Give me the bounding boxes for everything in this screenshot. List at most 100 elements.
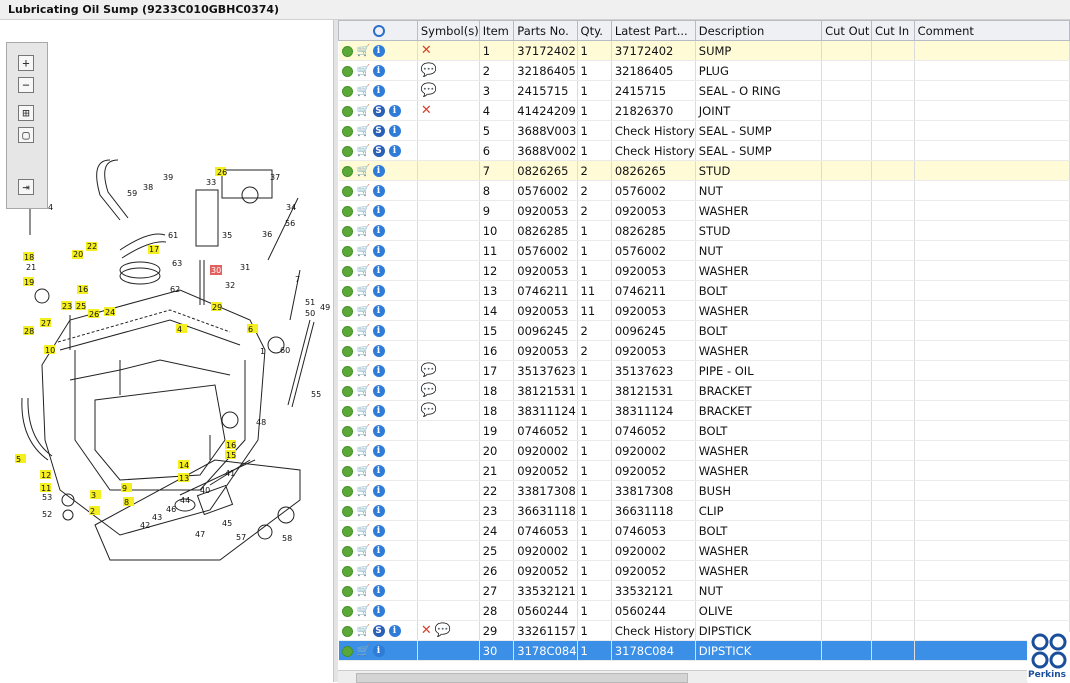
info-icon[interactable]: i	[372, 505, 385, 517]
cart-icon[interactable]: 🛒	[357, 385, 371, 397]
table-row[interactable]: 🛒 Si 6 3688V002 1 Check History SEAL - SUMP	[338, 140, 1070, 161]
parts-no-header[interactable]: Parts No.	[513, 20, 578, 41]
cart-icon[interactable]: 🛒	[357, 565, 371, 577]
table-row[interactable]: 🛒 i 19 0746052 1 0746052 BOLT	[338, 420, 1070, 441]
table-row[interactable]: 🛒 i 10 0826285 1 0826285 STUD	[338, 220, 1070, 241]
cart-icon[interactable]: 🛒	[357, 365, 371, 377]
cart-icon[interactable]: 🛒	[357, 245, 371, 257]
note-bubble-icon[interactable]: 💬	[421, 63, 437, 78]
table-row[interactable]: 🛒 i 28 0560244 1 0560244 OLIVE	[338, 600, 1070, 621]
cart-icon[interactable]: 🛒	[357, 605, 371, 617]
gear-icon[interactable]	[341, 225, 353, 237]
cart-icon[interactable]: 🛒	[357, 105, 371, 117]
gear-icon[interactable]	[341, 465, 353, 477]
zoom-in-button[interactable]: +	[18, 55, 34, 71]
gear-icon[interactable]	[341, 445, 353, 457]
cart-icon[interactable]: 🛒	[357, 185, 371, 197]
table-row[interactable]: 🛒 i 30 3178C084 1 3178C084 DIPSTICK	[338, 640, 1070, 661]
info-icon[interactable]: i	[372, 465, 385, 477]
gear-icon[interactable]	[341, 125, 353, 137]
cut-out-header[interactable]: Cut Out	[821, 20, 872, 41]
gear-icon[interactable]	[341, 205, 353, 217]
gear-icon[interactable]	[341, 645, 353, 657]
symbols-header[interactable]: Symbol(s)	[416, 20, 480, 41]
exploded-diagram[interactable]: 2637 3938 3334 5635 3661 594 18 20 22 17 2…	[0, 20, 333, 682]
gear-icon[interactable]	[341, 185, 353, 197]
gear-icon[interactable]	[341, 585, 353, 597]
gear-icon[interactable]	[341, 85, 353, 97]
cart-icon[interactable]: 🛒	[357, 485, 371, 497]
info-icon[interactable]: i	[388, 105, 401, 117]
cart-icon[interactable]: 🛒	[357, 285, 371, 297]
info-icon[interactable]: i	[372, 165, 385, 177]
qty-header[interactable]: Qty.	[576, 20, 612, 41]
table-row[interactable]: 🛒 i 9 0920053 2 0920053 WASHER	[338, 200, 1070, 221]
latest-part-header[interactable]: Latest Part...	[610, 20, 696, 41]
gear-icon[interactable]	[341, 605, 353, 617]
gear-icon[interactable]	[341, 145, 353, 157]
gear-icon[interactable]	[341, 345, 353, 357]
gear-icon[interactable]	[341, 265, 353, 277]
cart-icon[interactable]: 🛒	[357, 305, 371, 317]
info-icon[interactable]: i	[372, 605, 385, 617]
cart-icon[interactable]: 🛒	[357, 445, 371, 457]
info-icon[interactable]: i	[372, 345, 385, 357]
gear-icon[interactable]	[341, 285, 353, 297]
cart-icon[interactable]: 🛒	[357, 165, 371, 177]
gear-icon[interactable]	[341, 405, 353, 417]
info-icon[interactable]: i	[372, 365, 385, 377]
table-row[interactable]: 🛒 i 💬 18 38311124 1 38311124 BRACKET	[338, 400, 1070, 421]
table-row[interactable]: 🛒 i 11 0576002 1 0576002 NUT	[338, 240, 1070, 261]
info-icon[interactable]: i	[372, 445, 385, 457]
info-icon[interactable]: i	[372, 285, 385, 297]
info-icon[interactable]: i	[372, 525, 385, 537]
info-icon[interactable]: i	[372, 645, 385, 657]
cart-icon[interactable]: 🛒	[357, 405, 371, 417]
fit-window-button[interactable]: ▢	[18, 127, 34, 143]
info-icon[interactable]: i	[372, 585, 385, 597]
gear-icon[interactable]	[341, 545, 353, 557]
info-icon[interactable]: i	[372, 85, 385, 97]
cart-icon[interactable]: 🛒	[357, 225, 371, 237]
table-row[interactable]: 🛒 i 14 0920053 11 0920053 WASHER	[338, 300, 1070, 321]
table-row[interactable]: 🛒 i 7 0826265 2 0826265 STUD	[338, 160, 1070, 181]
not-serviced-icon[interactable]: ✕	[421, 43, 432, 58]
gear-icon[interactable]	[341, 485, 353, 497]
info-icon[interactable]: i	[372, 385, 385, 397]
table-row[interactable]: 🛒 i 💬 2 32186405 1 32186405 PLUG	[338, 60, 1070, 81]
info-icon[interactable]: i	[372, 545, 385, 557]
info-icon[interactable]: i	[388, 125, 401, 137]
cart-icon[interactable]: 🛒	[357, 325, 371, 337]
info-icon[interactable]: i	[372, 565, 385, 577]
note-bubble-icon[interactable]: 💬	[421, 83, 437, 98]
note-bubble-icon[interactable]: 💬	[421, 403, 437, 418]
table-row[interactable]: 🛒 i 22 33817308 1 33817308 BUSH	[338, 480, 1070, 501]
info-icon[interactable]: i	[372, 405, 385, 417]
info-icon[interactable]: i	[372, 205, 385, 217]
table-row[interactable]: 🛒 Si 5 3688V003 1 Check History SEAL - SUMP	[338, 120, 1070, 141]
gear-icon[interactable]	[341, 305, 353, 317]
table-row[interactable]: 🛒 i 💬 3 2415715 1 2415715 SEAL - O RING	[338, 80, 1070, 101]
gear-icon[interactable]	[341, 565, 353, 577]
table-row[interactable]: 🛒 i 8 0576002 2 0576002 NUT	[338, 180, 1070, 201]
table-row[interactable]: 🛒 Si ✕ 4 41424209 1 21826370 JOINT	[338, 100, 1070, 121]
search-icon[interactable]	[373, 25, 386, 37]
supersession-icon[interactable]: S	[372, 125, 385, 137]
info-icon[interactable]: i	[372, 305, 385, 317]
gear-icon[interactable]	[341, 165, 353, 177]
info-icon[interactable]: i	[388, 145, 401, 157]
gear-icon[interactable]	[341, 45, 353, 57]
note-bubble-icon[interactable]: 💬	[421, 363, 437, 378]
diagram-pane[interactable]: 26 37 39 38 33 34 56 35 36 61 59 4 18 20 22 17 2…	[0, 20, 333, 682]
gear-icon[interactable]	[341, 245, 353, 257]
not-serviced-icon[interactable]: ✕	[421, 103, 432, 118]
table-row[interactable]: 🛒 i 27 33532121 1 33532121 NUT	[338, 580, 1070, 601]
supersession-icon[interactable]: S	[372, 145, 385, 157]
info-icon[interactable]: i	[372, 185, 385, 197]
gear-icon[interactable]	[341, 65, 353, 77]
search-column-header[interactable]	[338, 20, 418, 41]
info-icon[interactable]: i	[372, 265, 385, 277]
table-row[interactable]: 🛒 i 23 36631118 1 36631118 CLIP	[338, 500, 1070, 521]
cut-in-header[interactable]: Cut In	[870, 20, 915, 41]
cart-icon[interactable]: 🛒	[357, 545, 371, 557]
